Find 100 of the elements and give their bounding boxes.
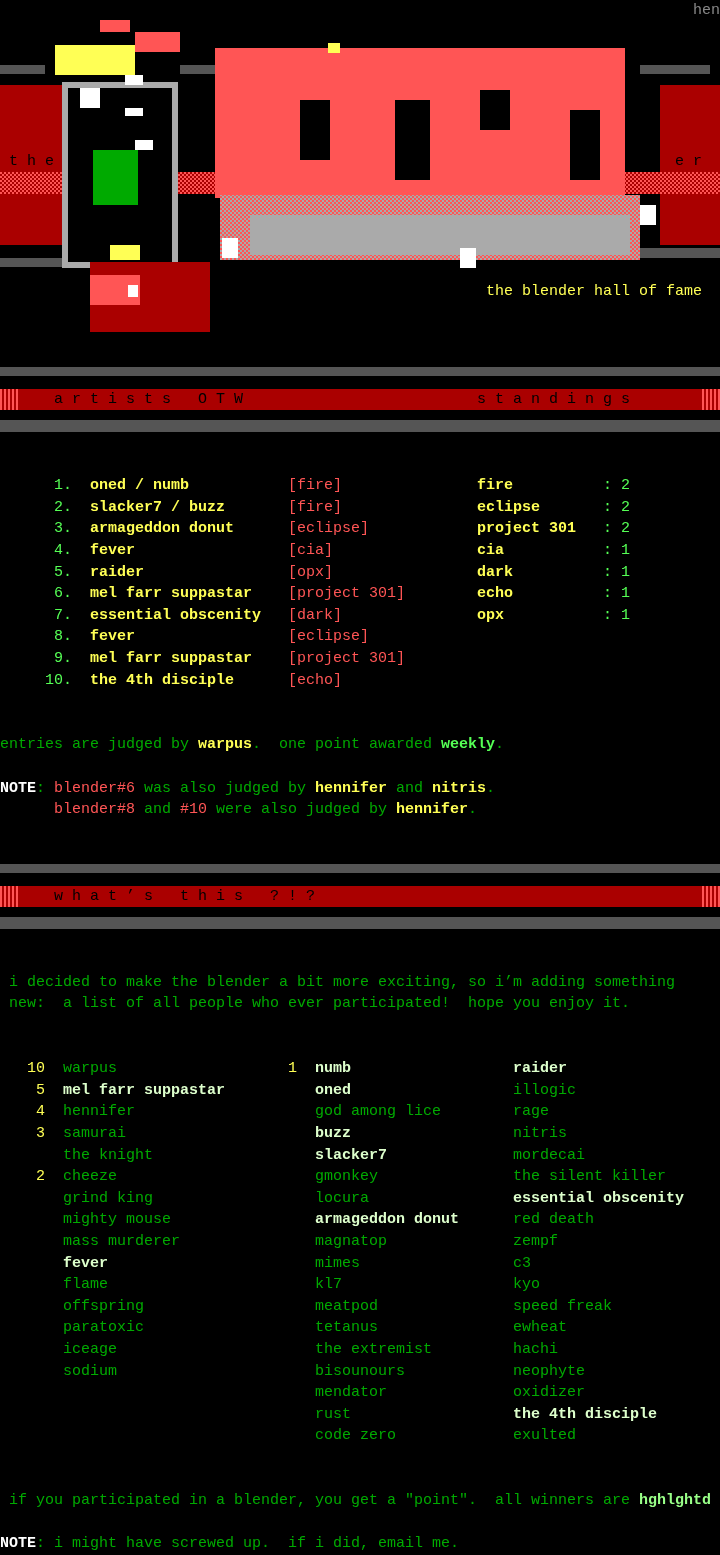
participant-name: fever <box>63 1253 108 1274</box>
artist-name: fever <box>90 540 136 561</box>
participant-name: rage <box>513 1102 550 1123</box>
participant-name: exulted <box>513 1426 577 1447</box>
participant-name: the extremist <box>315 1339 433 1360</box>
separator-text: : <box>603 540 613 561</box>
participant-name: essential obscenity <box>513 1188 685 1209</box>
section-heading: s t a n d i n g s <box>477 389 631 410</box>
points-value: 1 <box>288 1059 298 1080</box>
group-tag: [cia] <box>288 539 334 562</box>
points-value: 10 <box>26 1059 45 1080</box>
participant-name: red death <box>513 1210 595 1231</box>
rank-number: 3. <box>53 519 72 540</box>
participant-name: locura <box>315 1188 370 1209</box>
rank-number: 6. <box>53 584 72 605</box>
artist-name: mel farr suppastar <box>90 648 254 669</box>
separator-text: : <box>603 562 613 583</box>
participant-name: raider <box>513 1059 568 1080</box>
group-tag: [project 301] <box>288 647 406 670</box>
participant-name: rust <box>315 1404 352 1425</box>
participant-name: the silent killer <box>513 1167 667 1188</box>
note-label: NOTE: <box>0 778 47 799</box>
group-tag: [project 301] <box>288 583 406 605</box>
participant-name: hachi <box>513 1339 559 1360</box>
dither-block <box>702 388 720 411</box>
separator-text: : <box>603 605 613 626</box>
judging-text: entries are judged by warpus. one point awarded weekly. <box>0 735 506 756</box>
dither-block <box>702 885 720 908</box>
group-name: cia <box>477 540 505 561</box>
participant-name: cheeze <box>63 1167 117 1188</box>
participant-name: mass murderer <box>63 1232 181 1252</box>
participant-name: mel farr suppastar <box>63 1080 226 1101</box>
separator-text: : <box>603 519 613 540</box>
points-value: 1 <box>621 540 631 561</box>
participant-name: bisounours <box>315 1361 406 1382</box>
participant-name: speed freak <box>513 1296 613 1317</box>
rank-number: 9. <box>53 648 72 669</box>
participant-name: neophyte <box>513 1361 586 1382</box>
tagline: the blender hall of fame <box>486 281 703 302</box>
rank-number: 10. <box>44 670 72 691</box>
participant-name: oxidizer <box>513 1383 586 1404</box>
participant-name: kyo <box>513 1275 541 1296</box>
participant-name: iceage <box>63 1339 117 1360</box>
separator-text: : <box>603 497 613 518</box>
separator-text: : <box>603 584 613 605</box>
points-value: 2 <box>621 519 631 540</box>
participant-name: mimes <box>315 1253 361 1274</box>
participant-name: nitris <box>513 1124 568 1145</box>
final-note-text: NOTE: i might have screwed up. if i did, email me. <box>0 1534 461 1555</box>
participant-name: armageddon donut <box>315 1210 460 1231</box>
group-name: dark <box>477 562 514 583</box>
group-name: echo <box>477 584 514 605</box>
participant-name: illogic <box>513 1080 577 1101</box>
participant-name: kl7 <box>315 1275 343 1296</box>
rank-number: 2. <box>53 497 72 518</box>
rank-number: 5. <box>53 562 72 583</box>
participant-name: warpus <box>63 1059 117 1080</box>
rank-number: 1. <box>53 476 72 497</box>
group-tag: [opx] <box>288 561 334 584</box>
participant-name: tetanus <box>315 1318 379 1339</box>
signature-text: hen <box>693 1 720 21</box>
points-value: 1 <box>621 584 631 605</box>
rank-number: 8. <box>53 627 72 648</box>
group-tag: [fire] <box>288 475 343 497</box>
points-value: 2 <box>621 497 631 518</box>
participant-name: hennifer <box>63 1102 135 1123</box>
group-tag: [echo] <box>288 669 343 692</box>
participant-name: c3 <box>513 1253 532 1274</box>
participant-name: oned <box>315 1080 352 1101</box>
points-value: 1 <box>621 605 631 626</box>
points-value: 2 <box>621 476 631 497</box>
participant-name: grind king <box>63 1188 153 1209</box>
note-text: blender#6 was also judged by hennifer and nitris. <box>54 778 496 799</box>
dither-block <box>0 885 18 908</box>
participant-name: offspring <box>63 1296 144 1317</box>
artist-name: raider <box>90 562 145 583</box>
participant-name: slacker7 <box>315 1145 388 1166</box>
artist-name: armageddon donut <box>90 519 236 540</box>
participant-name: magnatop <box>315 1232 388 1252</box>
points-value: 3 <box>35 1124 45 1145</box>
group-tag: [eclipse] <box>288 626 370 648</box>
participant-name: ewheat <box>513 1318 568 1339</box>
group-name: opx <box>477 605 505 626</box>
participant-name: buzz <box>315 1124 352 1145</box>
artist-name: fever <box>90 627 136 648</box>
participant-name: meatpod <box>315 1296 379 1317</box>
participant-name: samurai <box>63 1124 126 1145</box>
group-name: eclipse <box>477 497 541 518</box>
separator-text: : <box>603 476 613 497</box>
group-tag: [fire] <box>288 496 343 519</box>
group-name: project 301 <box>477 519 577 540</box>
participant-name: the knight <box>63 1145 153 1166</box>
rank-number: 4. <box>53 540 72 561</box>
group-tag: [eclipse] <box>288 518 370 540</box>
participant-name: mordecai <box>513 1145 586 1166</box>
group-name: fire <box>477 476 514 497</box>
participant-name: the 4th disciple <box>513 1404 658 1425</box>
participant-name: numb <box>315 1059 352 1080</box>
group-tag: [dark] <box>288 604 343 627</box>
participant-name: god among lice <box>315 1102 442 1123</box>
